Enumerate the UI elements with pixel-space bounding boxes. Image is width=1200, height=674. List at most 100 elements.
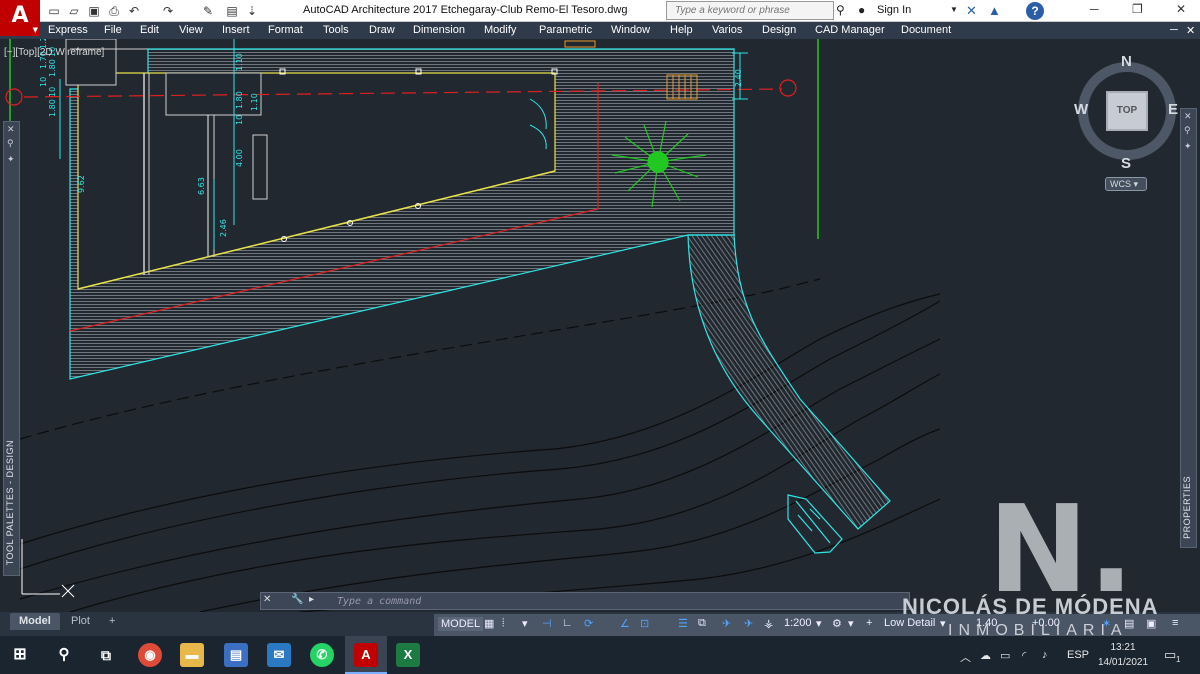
transparency-icon[interactable]: ⧉ (698, 617, 706, 630)
model-space-button[interactable]: MODEL (438, 617, 484, 631)
battery-icon[interactable]: ▭ (1000, 649, 1010, 662)
command-input[interactable] (337, 594, 897, 608)
properties-panel[interactable]: ✕ ⚲ ✦ PROPERTIES (1180, 108, 1197, 548)
wifi-icon[interactable]: ◜ (1022, 649, 1026, 662)
tool-palettes-panel[interactable]: ✕ ⚲ ✦ TOOL PALETTES - DESIGN (3, 121, 20, 576)
pin-icon[interactable]: ⚲ (7, 138, 14, 149)
new-file-icon[interactable]: ▭ (46, 3, 62, 19)
lineweight-icon[interactable]: ☰ (678, 617, 688, 630)
menu-express[interactable]: Express (48, 24, 88, 36)
menu-tools[interactable]: Tools (323, 24, 349, 36)
tab-model[interactable]: Model (10, 613, 60, 630)
menu-parametric[interactable]: Parametric (539, 24, 592, 36)
chevron-down-icon[interactable]: ▾ (816, 617, 822, 630)
volume-icon[interactable]: ♪ (1042, 649, 1048, 661)
dynamic-input-icon[interactable]: ⊣ (542, 617, 552, 630)
excel-icon[interactable]: X (396, 643, 420, 667)
close-icon[interactable]: ✕ (1184, 111, 1192, 122)
print-icon[interactable]: ⎙ (106, 3, 122, 19)
menu-cad-manager[interactable]: CAD Manager (815, 24, 885, 36)
menu-edit[interactable]: Edit (140, 24, 159, 36)
compass-east[interactable]: E (1168, 101, 1178, 118)
command-line[interactable]: ✕ 🔧 ▸ (260, 592, 910, 610)
binoculars-icon[interactable]: ⚲ (836, 3, 845, 17)
customization-icon[interactable]: ≡ (1172, 617, 1178, 629)
menu-modify[interactable]: Modify (484, 24, 516, 36)
auto-scale-icon[interactable]: ✈ (744, 617, 753, 630)
viewport-controls[interactable]: [−][Top][2D Wireframe] (4, 47, 104, 58)
close-icon[interactable]: ✕ (263, 594, 271, 605)
share-icon[interactable]: ✎ (200, 3, 216, 19)
gear-icon[interactable]: ⚙ (832, 617, 842, 630)
redo-icon[interactable]: ↷ (160, 3, 176, 19)
menu-varios[interactable]: Varios (712, 24, 742, 36)
menu-design[interactable]: Design (762, 24, 796, 36)
clipboard-icon[interactable]: ▤ (224, 3, 240, 19)
menu-format[interactable]: Format (268, 24, 303, 36)
menu-view[interactable]: View (179, 24, 203, 36)
add-layout-button[interactable]: + (100, 613, 124, 630)
menu-file[interactable]: File (104, 24, 122, 36)
restore-icon[interactable]: ❐ (1132, 2, 1143, 16)
user-icon[interactable]: ● (858, 3, 865, 17)
tab-plot[interactable]: Plot (62, 613, 99, 630)
open-folder-icon[interactable]: ▱ (66, 3, 82, 19)
compass-south[interactable]: S (1121, 155, 1131, 172)
chevron-down-icon[interactable]: ▾ (522, 617, 528, 630)
exchange-apps-icon[interactable]: ✕ (966, 3, 977, 19)
pin-icon[interactable]: ⚲ (1184, 125, 1191, 136)
menu-insert[interactable]: Insert (222, 24, 250, 36)
windows-start-icon[interactable]: ⊞ (8, 643, 32, 667)
autocad-taskbar-button[interactable]: A (345, 636, 387, 674)
customize-quick-access-icon[interactable]: ⇣ (244, 3, 260, 19)
polar-tracking-icon[interactable]: ⟳ (584, 617, 593, 630)
sign-in-button[interactable]: Sign In (877, 4, 911, 16)
isodraft-icon[interactable]: ∠ (620, 617, 630, 630)
menu-draw[interactable]: Draw (369, 24, 395, 36)
grid-icon[interactable]: ▦ (484, 617, 494, 630)
chevron-down-icon[interactable]: ▼ (950, 5, 958, 14)
cloud-icon[interactable]: ☁ (980, 649, 991, 662)
annotation-visibility-icon[interactable]: ✈ (722, 617, 731, 630)
wcs-menu[interactable]: WCS ▾ (1105, 177, 1147, 191)
mail-icon[interactable]: ✉ (267, 643, 291, 667)
menu-help[interactable]: Help (670, 24, 693, 36)
menu-dimension[interactable]: Dimension (413, 24, 465, 36)
snap-icon[interactable]: ⦙ (502, 617, 504, 630)
annotation-scale-icon[interactable]: ⚶ (764, 617, 773, 630)
store-icon[interactable]: ▤ (224, 643, 248, 667)
view-cube[interactable]: TOP N S E W (1072, 53, 1182, 172)
ortho-icon[interactable]: ∟ (562, 617, 573, 629)
chrome-icon[interactable]: ◉ (138, 643, 162, 667)
chevron-down-icon[interactable]: ▾ (848, 617, 854, 630)
drawing-canvas[interactable]: 10 1.70 1.2 1.80 10 1.80 10 1.10 1.80 10… (0, 39, 1200, 624)
object-snap-icon[interactable]: ⊡ (640, 617, 649, 630)
menu-close-icon[interactable]: ✕ (1186, 24, 1195, 37)
undo-icon[interactable]: ↶ (126, 3, 142, 19)
whatsapp-icon[interactable]: ✆ (310, 643, 334, 667)
close-icon[interactable]: ✕ (1176, 2, 1186, 16)
plus-icon[interactable]: + (866, 617, 872, 629)
app-menu-button[interactable]: A ▼ (0, 0, 40, 36)
minimize-icon[interactable]: ─ (1090, 2, 1099, 16)
search-input[interactable] (666, 1, 834, 20)
compass-north[interactable]: N (1121, 53, 1132, 70)
a360-icon[interactable]: ▲ (988, 3, 1001, 18)
language-indicator[interactable]: ESP (1067, 649, 1089, 661)
menu-minimize-icon[interactable]: ─ (1170, 24, 1178, 36)
properties-icon[interactable]: ✦ (1184, 141, 1192, 152)
properties-icon[interactable]: ✦ (7, 154, 15, 165)
close-icon[interactable]: ✕ (7, 124, 15, 135)
task-view-icon[interactable]: ⧉ (94, 643, 118, 667)
compass-west[interactable]: W (1074, 101, 1088, 118)
menu-window[interactable]: Window (611, 24, 650, 36)
file-explorer-icon[interactable]: ▬ (180, 643, 204, 667)
wrench-icon[interactable]: 🔧 (291, 594, 303, 605)
notifications-icon[interactable]: ▭ (1164, 647, 1176, 663)
viewcube-top-face[interactable]: TOP (1106, 91, 1148, 131)
menu-document[interactable]: Document (901, 24, 951, 36)
command-prompt-icon[interactable]: ▸ (309, 594, 314, 605)
search-icon[interactable]: ⚲ (52, 643, 76, 667)
clock[interactable]: 13:21 14/01/2021 (1098, 640, 1148, 670)
save-icon[interactable]: ▣ (86, 3, 102, 19)
